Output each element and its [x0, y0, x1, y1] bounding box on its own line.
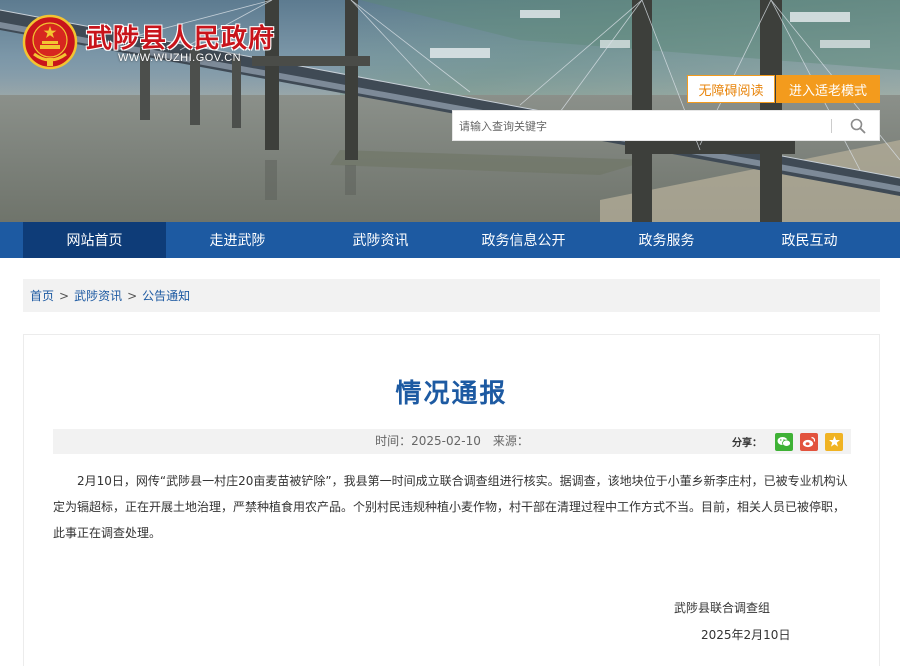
breadcrumb-notices[interactable]: 公告通知	[142, 287, 190, 304]
main-nav: 网站首页 走进武陟 武陟资讯 政务信息公开 政务服务 政民互动	[0, 222, 900, 258]
article-title: 情况通报	[395, 379, 508, 409]
nav-item-about[interactable]: 走进武陟	[166, 222, 309, 258]
nav-item-news[interactable]: 武陟资讯	[309, 222, 452, 258]
breadcrumb-separator: >	[59, 288, 70, 303]
nav-item-services[interactable]: 政务服务	[595, 222, 738, 258]
article-meta-bar: 时间：2025-02-10 来源： 分享：	[53, 429, 851, 454]
nav-item-interaction[interactable]: 政民互动	[738, 222, 881, 258]
site-name: 武陟县人民政府	[86, 24, 276, 54]
search-box	[452, 110, 880, 141]
nav-item-home[interactable]: 网站首页	[23, 222, 166, 258]
article-body: 2月10日，网传“武陟县一村庄20亩麦苗被铲除”，我县第一时间成立联合调查组进行…	[53, 474, 848, 540]
nav-item-public-info[interactable]: 政务信息公开	[452, 222, 595, 258]
site-domain: WWW.WUZHI.GOV.CN	[118, 52, 242, 64]
article-signature: 武陟县联合调查组	[674, 601, 771, 615]
weibo-icon[interactable]	[800, 432, 818, 451]
accessible-reading-button[interactable]: 无障碍阅读	[687, 75, 775, 103]
article-panel: 情况通报 时间：2025-02-10 来源： 分享： 2月10日，网传“武陟县一…	[23, 334, 880, 666]
elder-mode-button[interactable]: 进入适老模式	[776, 75, 880, 103]
time-label: 时间：	[375, 434, 412, 448]
breadcrumb-news[interactable]: 武陟资讯	[74, 287, 122, 304]
header-banner: 武陟县人民政府 WWW.WUZHI.GOV.CN 无障碍阅读 进入适老模式	[0, 0, 900, 222]
share-bar: 分享：	[732, 432, 843, 451]
article-date: 2025年2月10日	[701, 628, 791, 642]
share-label: 分享：	[732, 438, 762, 449]
breadcrumb-home[interactable]: 首页	[30, 287, 54, 304]
search-icon[interactable]	[849, 117, 867, 135]
breadcrumb-separator: >	[127, 288, 138, 303]
favorite-icon[interactable]	[825, 432, 843, 451]
source-label: 来源：	[492, 434, 529, 448]
breadcrumb: 首页 > 武陟资讯 > 公告通知	[23, 279, 880, 312]
search-divider	[831, 119, 832, 133]
national-emblem-icon	[22, 14, 78, 70]
time-value: 2025-02-10	[411, 434, 481, 448]
search-input[interactable]	[459, 115, 819, 137]
wechat-icon[interactable]	[775, 432, 793, 451]
